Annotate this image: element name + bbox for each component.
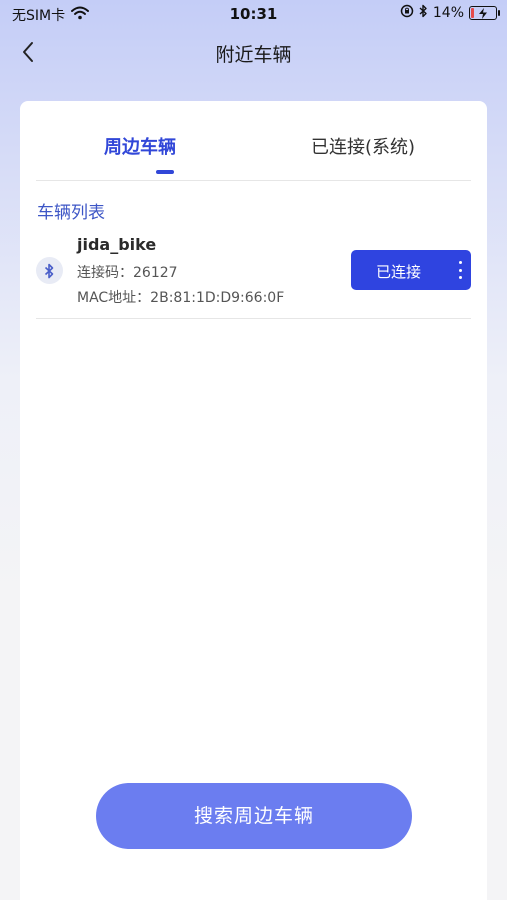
nav-bar: 附近车辆 (0, 30, 507, 76)
battery-fill (471, 8, 474, 18)
section-title: 车辆列表 (37, 203, 105, 223)
device-name: jida_bike (77, 235, 157, 254)
page-title: 附近车辆 (215, 44, 292, 66)
bluetooth-icon (419, 4, 428, 22)
tab-bar: 周边车辆 已连接(系统) (36, 101, 471, 181)
battery-percent: 14% (432, 5, 464, 21)
tab-active-indicator (156, 170, 174, 174)
connected-button-label: 已连接 (375, 263, 421, 281)
status-bar: 无SIM卡 10:31 14% (0, 0, 507, 28)
content-card: 周边车辆 已连接(系统) 车辆列表 jida_bike 连接码：26127 MA… (20, 101, 487, 900)
connected-button[interactable]: 已连接 (351, 250, 471, 290)
device-connection-code: 连接码：26127 (77, 265, 178, 281)
rotation-lock-icon (400, 4, 414, 22)
tab-connected-system[interactable]: 已连接(系统) (311, 133, 415, 159)
list-item[interactable]: jida_bike 连接码：26127 MAC地址：2B:81:1D:D9:66… (36, 227, 471, 319)
bluetooth-icon (36, 257, 63, 284)
battery-icon (469, 6, 500, 20)
more-options-icon[interactable] (455, 259, 465, 281)
device-mac-address: MAC地址：2B:81:1D:D9:66:0F (77, 290, 285, 306)
tab-nearby-vehicles[interactable]: 周边车辆 (104, 133, 176, 159)
status-right: 14% (400, 4, 500, 22)
search-nearby-vehicles-button[interactable]: 搜索周边车辆 (96, 783, 412, 849)
